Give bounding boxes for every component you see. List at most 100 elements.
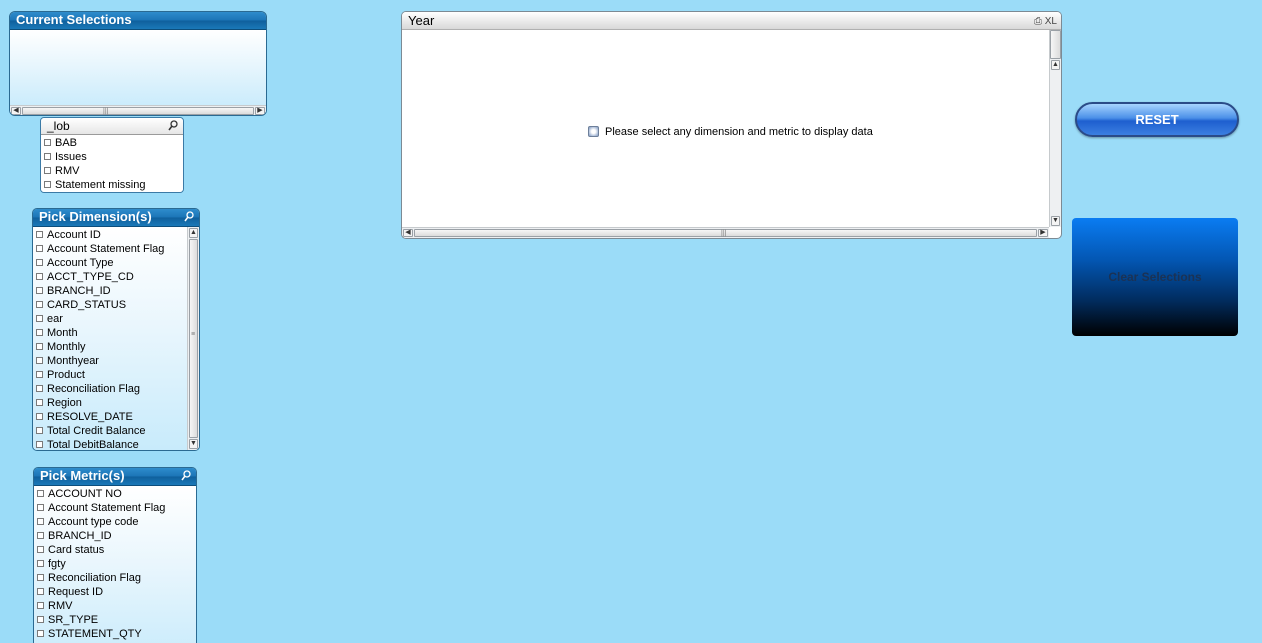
checkbox[interactable] xyxy=(36,231,43,238)
dimension-item[interactable]: Account ID xyxy=(33,228,199,242)
checkbox[interactable] xyxy=(44,153,51,160)
year-chart-hscrollbar[interactable]: ◀ ||| ▶ xyxy=(402,227,1049,238)
scroll-left-arrow-icon[interactable]: ◀ xyxy=(403,229,413,237)
checkbox[interactable] xyxy=(36,399,43,406)
checkbox[interactable] xyxy=(36,287,43,294)
checkbox[interactable] xyxy=(37,518,44,525)
checkbox[interactable] xyxy=(36,427,43,434)
dimension-item[interactable]: ear xyxy=(33,312,199,326)
metric-item-label: BRANCH_ID xyxy=(48,530,112,542)
lob-item-label: Statement missing xyxy=(55,179,146,191)
year-chart-vscrollbar[interactable]: ▲ ▼ xyxy=(1049,30,1061,227)
dimension-item[interactable]: Region xyxy=(33,396,199,410)
clear-selections-button[interactable]: Clear Selections xyxy=(1072,218,1238,336)
checkbox[interactable] xyxy=(44,181,51,188)
chart-tools: ⎙ XL xyxy=(1034,13,1057,30)
dimension-item[interactable]: Monthly xyxy=(33,340,199,354)
metric-item[interactable]: STATEMENT_QTY xyxy=(34,627,196,641)
scroll-up-arrow-icon[interactable]: ▲ xyxy=(1051,60,1060,70)
checkbox[interactable] xyxy=(37,630,44,637)
scroll-down-arrow-icon[interactable]: ▼ xyxy=(189,439,198,449)
lob-item[interactable]: RMV xyxy=(41,164,183,178)
dimension-item[interactable]: Product xyxy=(33,368,199,382)
scroll-thumb[interactable] xyxy=(1050,30,1061,59)
checkbox[interactable] xyxy=(37,546,44,553)
checkbox[interactable] xyxy=(37,532,44,539)
dimension-item[interactable]: CARD_STATUS xyxy=(33,298,199,312)
pick-dimensions-body: Account ID Account Statement Flag Account … xyxy=(33,227,199,450)
dimension-item[interactable]: Month xyxy=(33,326,199,340)
dimension-item-label: CARD_STATUS xyxy=(47,299,127,311)
metric-item[interactable]: Reconciliation Flag xyxy=(34,571,196,585)
checkbox[interactable] xyxy=(36,343,43,350)
dimension-item[interactable]: Account Type xyxy=(33,256,199,270)
checkbox[interactable] xyxy=(36,329,43,336)
checkbox[interactable] xyxy=(37,602,44,609)
metric-item[interactable]: Request ID xyxy=(34,585,196,599)
metric-item[interactable]: Card status xyxy=(34,543,196,557)
metric-item[interactable]: ACCOUNT NO xyxy=(34,487,196,501)
checkbox[interactable] xyxy=(36,441,43,448)
checkbox[interactable] xyxy=(36,315,43,322)
year-chart: Year ⎙ XL Please select any dimension an… xyxy=(401,11,1062,239)
scroll-up-arrow-icon[interactable]: ▲ xyxy=(189,228,198,238)
dimension-item-label: Total Credit Balance xyxy=(47,425,146,437)
dimension-item[interactable]: ACCT_TYPE_CD xyxy=(33,270,199,284)
scroll-thumb[interactable]: ≡ xyxy=(189,239,198,438)
scroll-down-arrow-icon[interactable]: ▼ xyxy=(1051,216,1060,226)
checkbox[interactable] xyxy=(37,588,44,595)
dimension-item-label: Monthyear xyxy=(47,355,99,367)
checkbox[interactable] xyxy=(36,385,43,392)
checkbox[interactable] xyxy=(37,560,44,567)
empty-chart-message-text: Please select any dimension and metric t… xyxy=(605,126,873,138)
dimension-item[interactable]: BRANCH_ID xyxy=(33,284,199,298)
checkbox[interactable] xyxy=(37,616,44,623)
checkbox[interactable] xyxy=(37,574,44,581)
scroll-thumb[interactable]: ||| xyxy=(414,229,1037,237)
scroll-right-arrow-icon[interactable]: ▶ xyxy=(255,107,265,115)
dimension-item[interactable]: Reconciliation Flag xyxy=(33,382,199,396)
checkbox[interactable] xyxy=(36,413,43,420)
search-icon[interactable] xyxy=(181,470,191,482)
dimension-item-label: Reconciliation Flag xyxy=(47,383,140,395)
scroll-right-arrow-icon[interactable]: ▶ xyxy=(1038,229,1048,237)
metric-item[interactable]: Account Statement Flag xyxy=(34,501,196,515)
search-icon[interactable] xyxy=(184,211,194,223)
checkbox[interactable] xyxy=(36,301,43,308)
dimension-item-label: Account ID xyxy=(47,229,101,241)
scroll-left-arrow-icon[interactable]: ◀ xyxy=(11,107,21,115)
lob-item[interactable]: Issues xyxy=(41,150,183,164)
metric-item-label: Request ID xyxy=(48,586,104,598)
dimension-item[interactable]: Account Statement Flag xyxy=(33,242,199,256)
dimension-item-label: Account Statement Flag xyxy=(47,243,165,255)
metric-item[interactable]: fgty xyxy=(34,557,196,571)
checkbox[interactable] xyxy=(37,490,44,497)
metric-item[interactable]: RMV xyxy=(34,599,196,613)
current-selections-hscrollbar[interactable]: ◀ ||| ▶ xyxy=(10,105,266,115)
dimension-item[interactable]: Monthyear xyxy=(33,354,199,368)
checkbox[interactable] xyxy=(44,167,51,174)
dimension-item-label: Region xyxy=(47,397,82,409)
metric-item-label: STATEMENT_QTY xyxy=(48,628,142,640)
checkbox[interactable] xyxy=(44,139,51,146)
metric-item[interactable]: BRANCH_ID xyxy=(34,529,196,543)
lob-item[interactable]: Statement missing xyxy=(41,178,183,192)
dimension-item[interactable]: Total Credit Balance xyxy=(33,424,199,438)
dimension-item[interactable]: RESOLVE_DATE xyxy=(33,410,199,424)
checkbox[interactable] xyxy=(36,259,43,266)
metric-item[interactable]: SR_TYPE xyxy=(34,613,196,627)
scroll-thumb[interactable]: ||| xyxy=(22,107,254,115)
excel-export-button[interactable]: XL xyxy=(1045,16,1057,27)
checkbox[interactable] xyxy=(36,357,43,364)
search-icon[interactable] xyxy=(168,120,178,132)
checkbox[interactable] xyxy=(36,245,43,252)
pick-dimensions-vscrollbar[interactable]: ▲ ≡ ▼ xyxy=(187,227,199,450)
reset-button[interactable]: RESET xyxy=(1075,102,1239,137)
metric-item[interactable]: Account type code xyxy=(34,515,196,529)
lob-item[interactable]: BAB xyxy=(41,136,183,150)
print-icon[interactable]: ⎙ xyxy=(1034,16,1042,27)
checkbox[interactable] xyxy=(36,371,43,378)
dimension-item[interactable]: Total DebitBalance xyxy=(33,438,199,450)
checkbox[interactable] xyxy=(36,273,43,280)
checkbox[interactable] xyxy=(37,504,44,511)
